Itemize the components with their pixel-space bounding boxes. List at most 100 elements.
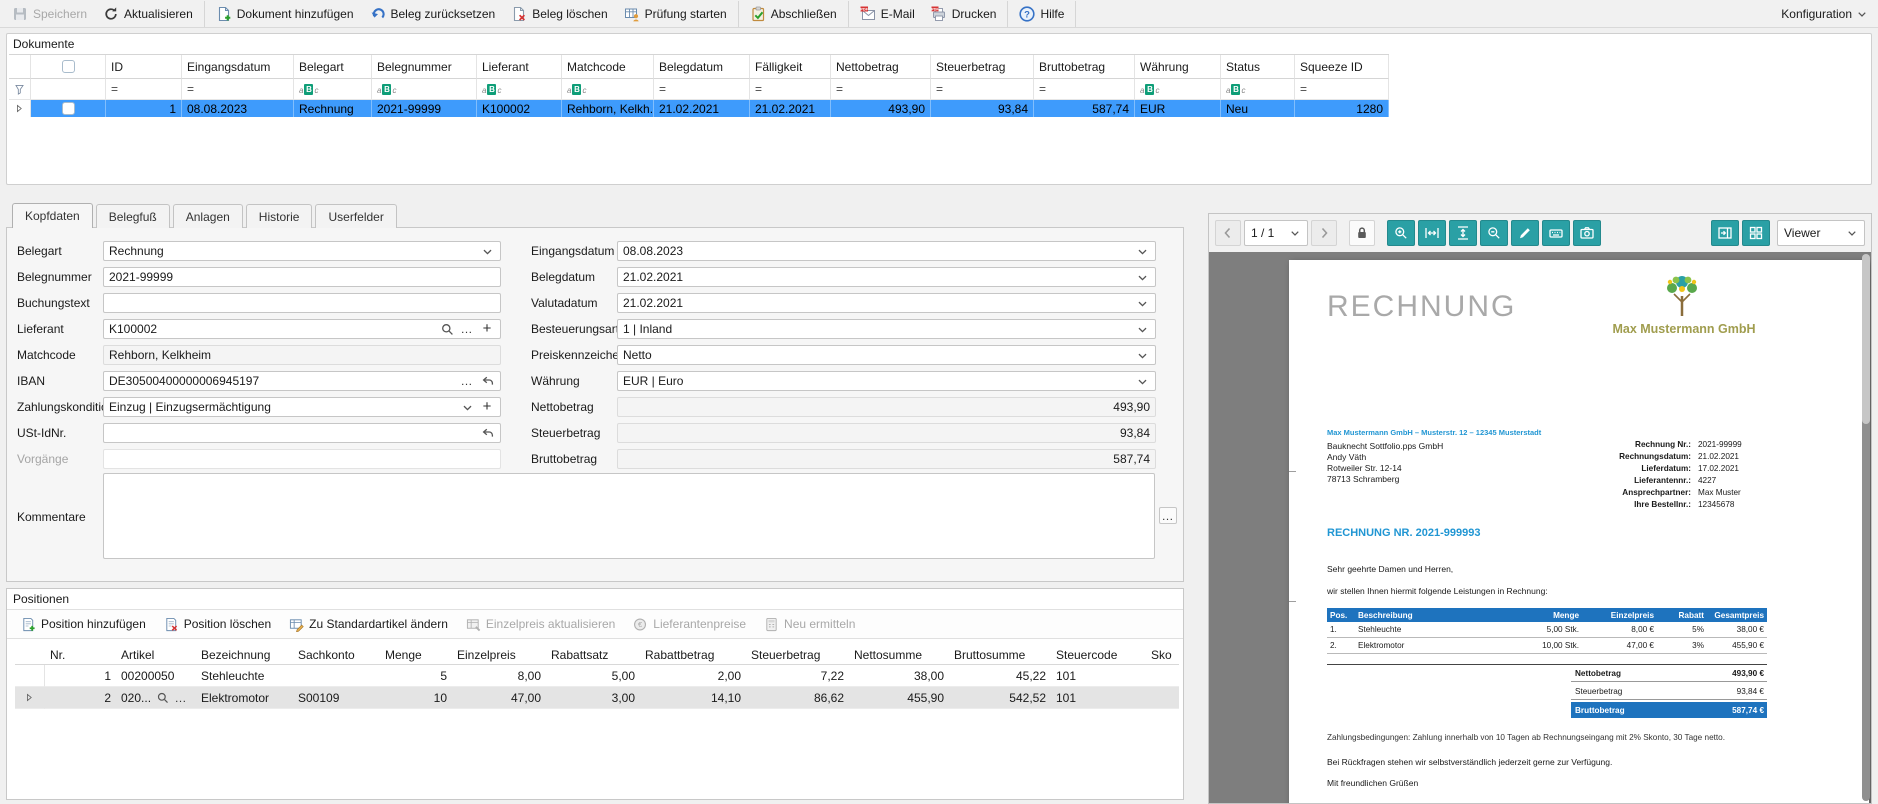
more-icon[interactable]: … — [173, 690, 189, 706]
chevron-down-icon[interactable] — [1134, 321, 1150, 337]
documents-filter-cell[interactable]: aBc — [294, 79, 372, 100]
toolbar-button-3[interactable]: Dokument hinzufügen — [208, 2, 362, 26]
page-number-combo[interactable]: 1 / 1 — [1244, 220, 1308, 246]
comments-more-button[interactable]: … — [1159, 507, 1177, 524]
documents-filter-cell[interactable]: = — [750, 79, 831, 100]
viewer-mode-combo[interactable]: Viewer — [1777, 220, 1865, 246]
documents-filter-cell[interactable]: = — [931, 79, 1034, 100]
filter-row-cell[interactable] — [9, 79, 31, 100]
search-icon[interactable] — [154, 690, 170, 706]
chevron-down-icon[interactable] — [479, 243, 495, 259]
documents-column-header[interactable]: Belegnummer — [372, 55, 477, 79]
row-checkbox-cell[interactable] — [31, 100, 106, 117]
documents-filter-cell[interactable]: = — [182, 79, 294, 100]
positions-column-header[interactable]: Rabattsatz — [546, 645, 640, 665]
documents-filter-cell[interactable]: aBc — [477, 79, 562, 100]
chevron-down-icon[interactable] — [459, 399, 475, 415]
lock-button[interactable] — [1349, 220, 1375, 246]
documents-filter-cell[interactable]: aBc — [1135, 79, 1221, 100]
documents-column-header[interactable]: ID — [106, 55, 182, 79]
positions-column-header[interactable]: Nr. — [45, 645, 116, 665]
undo-icon[interactable] — [479, 425, 495, 441]
documents-column-header[interactable]: Steuerbetrag — [931, 55, 1034, 79]
documents-column-header[interactable]: Lieferant — [477, 55, 562, 79]
documents-column-header[interactable]: Eingangsdatum — [182, 55, 294, 79]
keyboard-button[interactable] — [1542, 220, 1570, 246]
ust-idnr--field[interactable] — [103, 423, 501, 443]
row-checkbox[interactable] — [62, 102, 75, 115]
tab-kopfdaten[interactable]: Kopfdaten — [12, 203, 93, 228]
positions-column-header[interactable]: Einzelpreis — [452, 645, 546, 665]
bruttobetrag-field[interactable]: 587,74 — [617, 449, 1156, 469]
positions-column-header[interactable]: Bruttosumme — [949, 645, 1051, 665]
positions-column-header[interactable]: Nettosumme — [849, 645, 949, 665]
positions-column-header[interactable]: Steuerbetrag — [746, 645, 849, 665]
documents-filter-cell[interactable]: aBc — [562, 79, 654, 100]
besteuerungsart-field[interactable]: 1 | Inland — [617, 319, 1156, 339]
zahlungskondition-field[interactable]: Einzug | Einzugsermächtigung+ — [103, 397, 501, 417]
documents-column-header[interactable]: Squeeze ID — [1295, 55, 1389, 79]
toolbar-button-7[interactable]: Abschließen — [742, 2, 845, 26]
positions-row[interactable]: 2020...…ElektromotorS001091047,003,0014,… — [15, 687, 1179, 709]
chevron-down-icon[interactable] — [1134, 295, 1150, 311]
select-all-checkbox[interactable] — [62, 60, 75, 73]
configuration-menu[interactable]: Konfiguration — [1781, 7, 1878, 21]
documents-filter-cell[interactable]: = — [1295, 79, 1389, 100]
chevron-down-icon[interactable] — [1134, 373, 1150, 389]
positions-row[interactable]: 100200050Stehleuchte58,005,002,007,2238,… — [15, 665, 1179, 687]
undo-icon[interactable] — [479, 373, 495, 389]
positions-column-header[interactable]: Rabattbetrag — [640, 645, 746, 665]
iban-field[interactable]: DE30500400000006945197… — [103, 371, 501, 391]
tab-historie[interactable]: Historie — [246, 204, 313, 228]
next-page-button[interactable] — [1311, 220, 1337, 246]
toolbar-button-4[interactable]: Beleg zurücksetzen — [362, 2, 504, 26]
positions-column-header[interactable]: Sachkonto — [293, 645, 380, 665]
chevron-down-icon[interactable] — [1134, 269, 1150, 285]
documents-column-header[interactable]: Nettobetrag — [831, 55, 931, 79]
matchcode-field[interactable]: Rehborn, Kelkheim — [103, 345, 501, 365]
steuerbetrag-field[interactable]: 93,84 — [617, 423, 1156, 443]
documents-column-header[interactable]: Währung — [1135, 55, 1221, 79]
search-icon[interactable] — [439, 321, 455, 337]
chevron-down-icon[interactable] — [1134, 347, 1150, 363]
nettobetrag-field[interactable]: 493,90 — [617, 397, 1156, 417]
toolbar-button-10[interactable]: ?Hilfe — [1011, 2, 1072, 26]
documents-column-header[interactable]: Status — [1221, 55, 1295, 79]
positions-column-header[interactable]: Steuercode — [1051, 645, 1146, 665]
positions-column-header[interactable]: Sko — [1146, 645, 1179, 665]
fit-height-button[interactable] — [1449, 220, 1477, 246]
positions-column-header[interactable]: Menge — [380, 645, 452, 665]
zoom-out-button[interactable] — [1480, 220, 1508, 246]
belegdatum-field[interactable]: 21.02.2021 — [617, 267, 1156, 287]
tab-belegfuß[interactable]: Belegfuß — [96, 204, 170, 228]
toolbar-button-6[interactable]: Prüfung starten — [616, 2, 735, 26]
documents-filter-cell[interactable]: = — [106, 79, 182, 100]
positions-column-header[interactable]: Artikel — [116, 645, 196, 665]
währung-field[interactable]: EUR | Euro — [617, 371, 1156, 391]
positions-button-1[interactable]: Position hinzufügen — [13, 612, 154, 636]
belegart-field[interactable]: Rechnung — [103, 241, 501, 261]
more-icon[interactable]: … — [459, 373, 475, 389]
documents-filter-cell[interactable]: = — [654, 79, 750, 100]
select-all-checkbox-cell[interactable] — [31, 55, 106, 79]
chevron-down-icon[interactable] — [1134, 243, 1150, 259]
positions-column-header[interactable]: Bezeichnung — [196, 645, 293, 665]
toolbar-button-2[interactable]: Aktualisieren — [95, 2, 201, 26]
toolbar-button-9[interactable]: PDFDrucken — [923, 2, 1005, 26]
documents-column-header[interactable]: Bruttobetrag — [1034, 55, 1135, 79]
fit-width-button[interactable] — [1418, 220, 1446, 246]
tab-userfelder[interactable]: Userfelder — [315, 204, 396, 228]
comments-input[interactable] — [103, 473, 1155, 559]
documents-filter-cell[interactable]: = — [831, 79, 931, 100]
tab-anlagen[interactable]: Anlagen — [173, 204, 243, 228]
lieferant-field[interactable]: K100002…+ — [103, 319, 501, 339]
viewer-scrollbar[interactable] — [1862, 254, 1870, 801]
positions-button-3[interactable]: Zu Standardartikel ändern — [281, 612, 456, 636]
documents-filter-cell[interactable]: aBc — [1221, 79, 1295, 100]
valutadatum-field[interactable]: 21.02.2021 — [617, 293, 1156, 313]
more-icon[interactable]: … — [459, 321, 475, 337]
documents-column-header[interactable]: Fälligkeit — [750, 55, 831, 79]
buchungstext-field[interactable] — [103, 293, 501, 313]
documents-filter-cell[interactable]: aBc — [372, 79, 477, 100]
zoom-in-button[interactable] — [1387, 220, 1415, 246]
